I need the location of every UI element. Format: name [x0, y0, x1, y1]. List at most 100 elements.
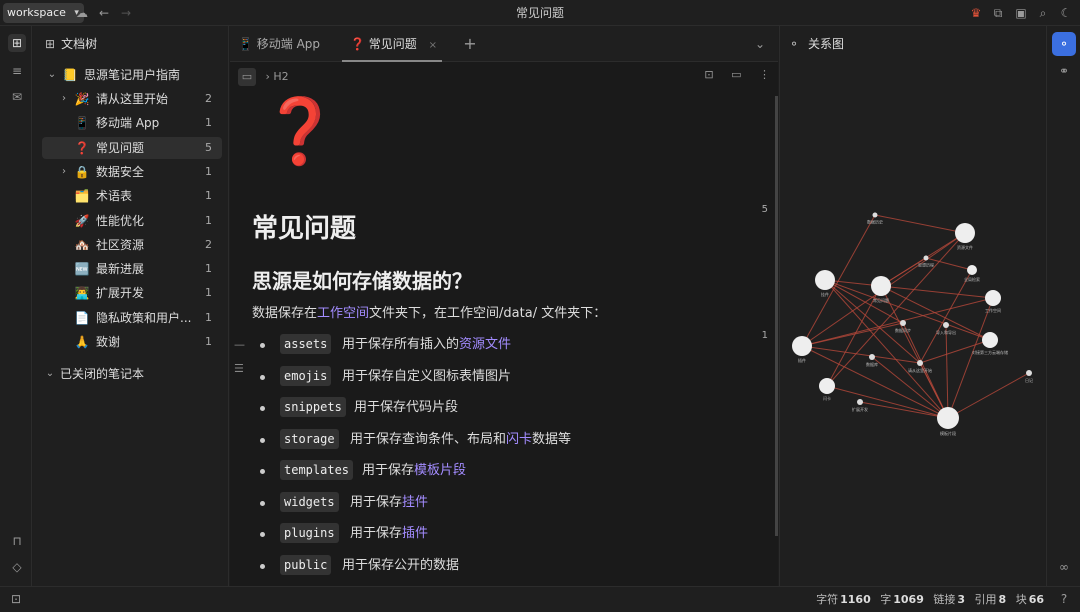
moon-icon[interactable]: ☾: [1058, 5, 1074, 21]
lock-icon[interactable]: ⊡: [704, 68, 713, 81]
graph-view-button[interactable]: ⚬: [1052, 32, 1076, 56]
graph-node[interactable]: [967, 265, 977, 275]
graph-node[interactable]: [871, 276, 891, 296]
tree-item-label: 扩展开发: [96, 286, 145, 301]
refs-count: 8: [998, 593, 1007, 606]
graph-node[interactable]: [792, 336, 812, 356]
tree-item[interactable]: › 🔒 数据安全 1: [42, 161, 222, 183]
graph-node-label: 日记: [1025, 377, 1033, 383]
graph-node[interactable]: [869, 354, 875, 360]
status-bar: ⊡ 字符 1160 字 1069 链接 3 引用 8 块 66 ?: [0, 586, 1080, 612]
search-icon[interactable]: ⌕: [1035, 5, 1051, 21]
tree-item[interactable]: 👨‍💻 扩展开发 1: [42, 282, 222, 304]
list-text: 用于保存公开的数据: [342, 557, 460, 573]
crown-icon[interactable]: ♛: [968, 5, 984, 21]
graph-node[interactable]: [937, 407, 959, 429]
breadcrumb-item[interactable]: H2: [273, 70, 288, 83]
terminal-icon[interactable]: ▣: [1013, 5, 1029, 21]
bookmark-icon[interactable]: ⊓: [8, 532, 26, 550]
arrow-left-icon[interactable]: ←: [96, 5, 112, 21]
outline-icon[interactable]: ≡: [8, 62, 26, 80]
paragraph-text: 文件夹下，在工作空间/data/ 文件夹下：: [369, 306, 607, 321]
tree-item[interactable]: 🏘️ 社区资源 2: [42, 234, 222, 256]
graph-node[interactable]: [900, 320, 906, 326]
tab-mobile-app[interactable]: 📱 移动端 App: [230, 26, 340, 62]
list-link[interactable]: 插件: [402, 526, 428, 541]
backlink-count[interactable]: 5: [762, 204, 768, 215]
heading-2[interactable]: 思源是如何存储数据的？: [252, 265, 472, 294]
tree-item[interactable]: 🙏 致谢 1: [42, 331, 222, 353]
list-link[interactable]: 模板片段: [414, 463, 466, 478]
tree-item[interactable]: 📄 隐私政策和用户... 1: [42, 307, 222, 329]
graph-node[interactable]: [1026, 370, 1032, 376]
list-link[interactable]: 闪卡: [506, 432, 532, 447]
file-icon[interactable]: ▭: [731, 68, 741, 81]
scrollbar[interactable]: [775, 96, 778, 536]
drag-handle-icon[interactable]: —: [234, 338, 245, 351]
tree-item[interactable]: ❓ 常见问题 5: [42, 136, 222, 159]
graph-edge: [947, 297, 994, 419]
more-icon[interactable]: ⋮: [759, 68, 770, 81]
tree-item-label: 致谢: [96, 335, 121, 349]
list-link[interactable]: 挂件: [402, 495, 428, 510]
tree-item[interactable]: 🆕 最新进展 1: [42, 258, 222, 280]
chars-label: 字符: [816, 593, 839, 606]
app-window: workspace ▾ ☁ ← → 常见问题 ♛ ⧉ ▣ ⌕ ☾ ⊞ ≡ ✉ ⊓…: [0, 0, 1080, 612]
graph-node-label: 挂件: [821, 291, 829, 297]
graph-node[interactable]: [982, 332, 998, 348]
add-tab-icon[interactable]: +: [462, 36, 478, 52]
tree-item[interactable]: › 🎉 请从这里开始 2: [42, 88, 222, 110]
notebook-row[interactable]: ⌄ 📒 思源笔记用户指南: [42, 64, 222, 86]
graph-node[interactable]: [917, 360, 923, 366]
graph-node[interactable]: [872, 212, 878, 218]
page-title[interactable]: 常见问题: [252, 208, 356, 245]
chevron-down-icon[interactable]: ⌄: [752, 36, 768, 52]
graph-title: 关系图: [808, 37, 845, 51]
paragraph[interactable]: 数据保存在工作空间文件夹下，在工作空间/data/ 文件夹下：: [252, 302, 606, 321]
graph-node[interactable]: [923, 255, 929, 261]
relationship-graph[interactable]: 数据历史资源文件思想历程全局检索挂件常见问题工作空间数据同步 导入和导出插件 对接第…: [780, 62, 1046, 582]
inline-code: public: [280, 554, 332, 575]
document-icon[interactable]: ▭: [238, 68, 256, 86]
backlink-count[interactable]: 1: [762, 330, 768, 341]
graph-node[interactable]: [819, 378, 835, 394]
tag-icon[interactable]: ◇: [8, 558, 26, 576]
graph-node[interactable]: [955, 223, 975, 243]
list-text: 用于保存: [350, 526, 403, 541]
graph-node-label: 对接第三方云端存储: [972, 349, 1008, 355]
list-link[interactable]: 资源文件: [459, 337, 511, 352]
chevron-right-icon[interactable]: ›: [58, 161, 70, 183]
inline-code: plugins: [280, 523, 339, 543]
backlink-icon[interactable]: ∞: [1055, 558, 1073, 576]
tab-label: 常见问题: [368, 37, 417, 51]
cloud-off-icon[interactable]: ☁: [74, 5, 90, 21]
puzzle-icon[interactable]: ⧉: [990, 5, 1006, 21]
tree-item-label: 移动端 App: [96, 116, 160, 131]
link-workspace[interactable]: 工作空间: [317, 306, 369, 321]
graph-node[interactable]: [943, 322, 949, 328]
graph-edge: [826, 232, 966, 387]
global-graph-icon[interactable]: ⚭: [1055, 62, 1073, 80]
graph-node[interactable]: [857, 399, 863, 405]
graph-node[interactable]: [985, 290, 1001, 306]
workspace-switcher[interactable]: workspace ▾: [3, 3, 84, 23]
tab-faq[interactable]: ❓ 常见问题 ×: [342, 26, 442, 62]
inbox-icon[interactable]: ✉: [8, 88, 26, 106]
tree-item-label: 术语表: [96, 189, 133, 204]
graph-node[interactable]: [815, 270, 835, 290]
help-icon[interactable]: ?: [1056, 591, 1072, 607]
tree-item[interactable]: 🗂️ 术语表 1: [42, 185, 222, 207]
chevron-right-icon[interactable]: ›: [58, 88, 70, 110]
tree-item[interactable]: 🚀 性能优化 1: [42, 210, 222, 232]
chevron-down-icon[interactable]: ⌄: [46, 64, 58, 86]
arrow-right-icon[interactable]: →: [118, 5, 134, 21]
file-tree-icon[interactable]: ⊞: [8, 34, 26, 52]
close-icon[interactable]: ×: [429, 40, 437, 51]
chevron-down-icon[interactable]: ⌄: [44, 363, 56, 385]
inline-code: emojis: [280, 365, 332, 386]
tree-item[interactable]: 📱 移动端 App 1: [42, 112, 222, 134]
dock-toggle-icon[interactable]: ⊡: [8, 591, 24, 607]
closed-notebooks-row[interactable]: ⌄ 已关闭的笔记本: [42, 363, 222, 385]
document-icon-large[interactable]: ❓: [260, 100, 340, 164]
list-icon[interactable]: ☰: [234, 362, 244, 375]
